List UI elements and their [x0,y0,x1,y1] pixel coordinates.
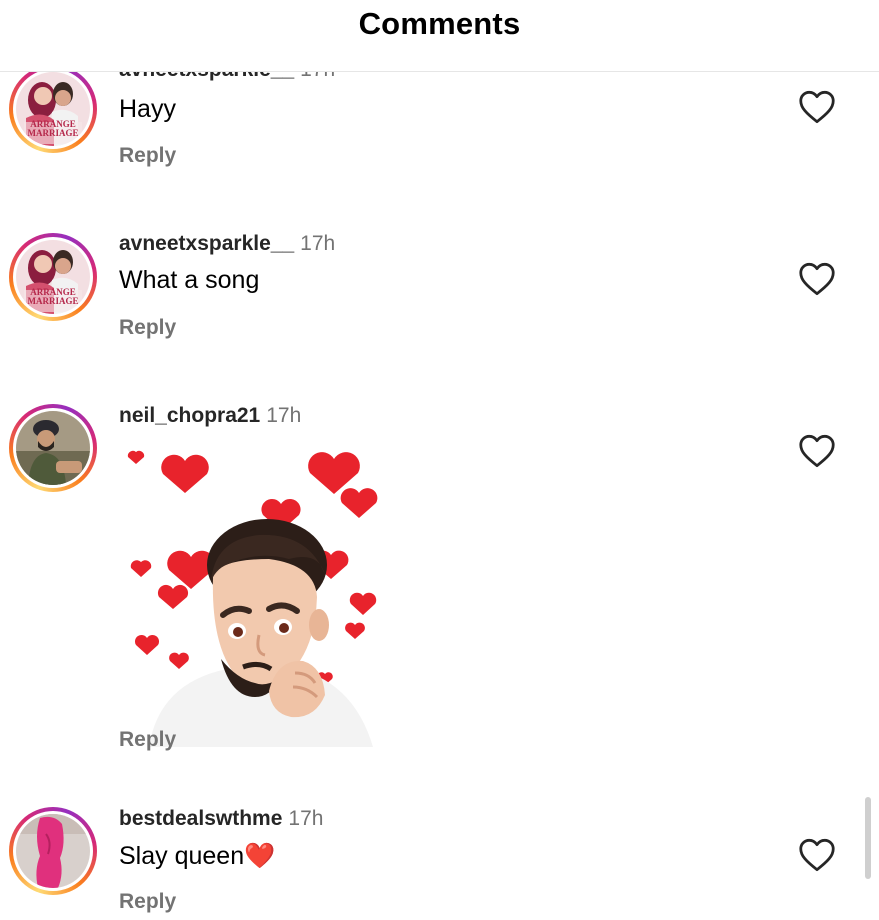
avatar[interactable] [9,404,97,492]
comment-meta: avneetxsparkle__ 17h [119,72,335,82]
pink-outfit-avatar [16,814,90,888]
comment-time: 17h [288,807,324,830]
comment-time: 17h [266,404,302,427]
heart-outline-icon[interactable] [798,838,836,872]
comment-username[interactable]: avneetxsparkle__ [119,72,294,81]
avatar-poster-text: MARRIAGE [27,296,79,306]
comment-meta: avneetxsparkle__ 17h [119,232,335,256]
avatar-poster-text: MARRIAGE [27,128,79,138]
comment-meta: neil_chopra21 17h [119,404,301,428]
reply-button[interactable]: Reply [119,316,176,340]
comment-username[interactable]: avneetxsparkle__ [119,232,294,255]
avatar-sticker-with-hearts[interactable] [119,447,387,747]
heart-outline-icon[interactable] [798,434,836,468]
comment-time: 17h [300,72,335,81]
page-title: Comments [358,6,521,41]
comment-time: 17h [300,232,336,255]
comments-list[interactable]: ARRANGE MARRIAGE avneetxsparkle__ 17h Hay… [0,72,879,920]
comments-header: Comments [0,0,879,72]
heart-outline-icon[interactable] [798,262,836,296]
heart-outline-icon[interactable] [798,90,836,124]
comment-text: Hayy [119,95,176,123]
comment-text: Slay queen❤️ [119,842,276,870]
comment-username[interactable]: bestdealswthme [119,807,282,830]
reply-button[interactable]: Reply [119,144,176,168]
reply-button[interactable]: Reply [119,890,176,914]
scrollbar[interactable] [865,797,871,879]
reply-button[interactable]: Reply [119,728,176,752]
avatar[interactable] [9,807,97,895]
avatar[interactable]: ARRANGE MARRIAGE [9,233,97,321]
comment-meta: bestdealswthme 17h [119,807,323,831]
man-in-turban-avatar [16,411,90,485]
avatar[interactable]: ARRANGE MARRIAGE [9,72,97,153]
comment-text: What a song [119,266,260,294]
comment-username[interactable]: neil_chopra21 [119,404,260,427]
